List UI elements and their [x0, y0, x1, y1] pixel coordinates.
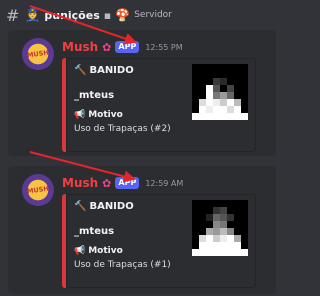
annotation-arrow	[29, 5, 137, 183]
